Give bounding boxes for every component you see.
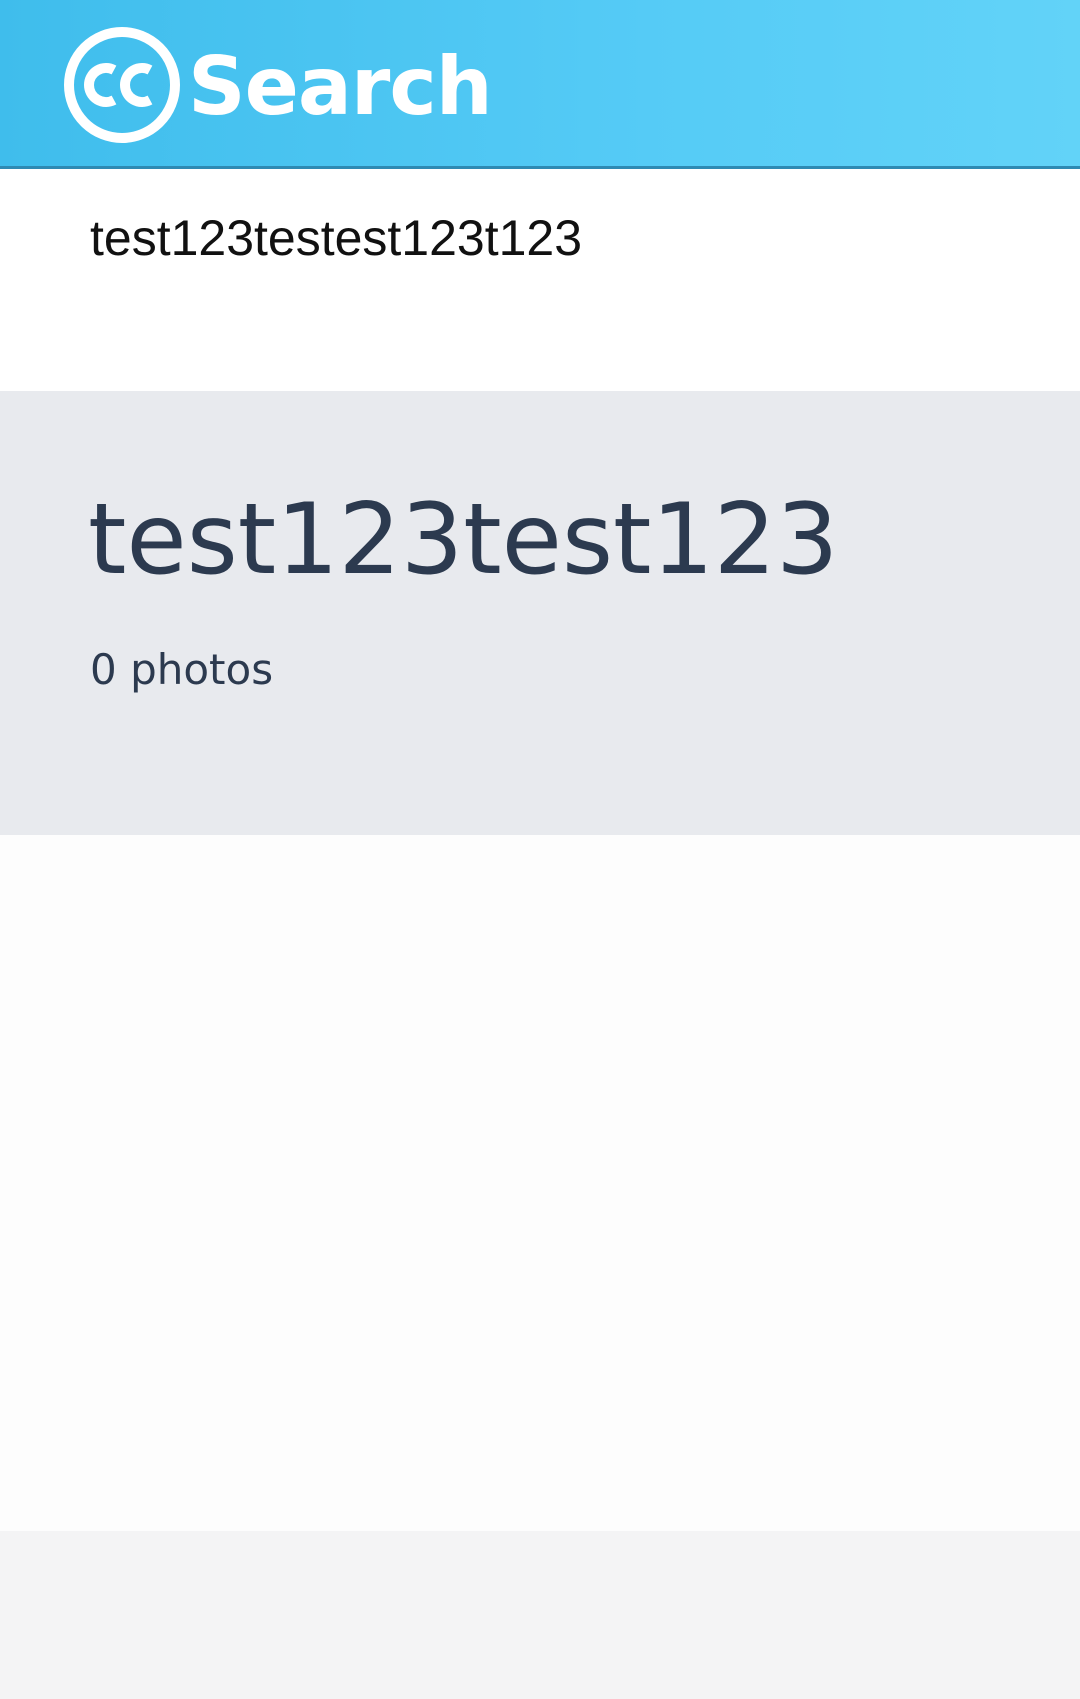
page-footer (0, 1531, 1080, 1699)
creative-commons-cc-icon (64, 27, 180, 143)
logo-link[interactable]: Search (62, 24, 493, 146)
collection-header: test123test123 0 photos (0, 391, 1080, 835)
results-area (0, 835, 1080, 1531)
collection-title: test123test123 (88, 483, 839, 597)
logo-text: Search (188, 40, 493, 133)
site-header: Search (0, 0, 1080, 169)
search-input[interactable] (90, 203, 1010, 273)
search-area (0, 169, 1080, 391)
photo-count: 0 photos (90, 645, 274, 694)
